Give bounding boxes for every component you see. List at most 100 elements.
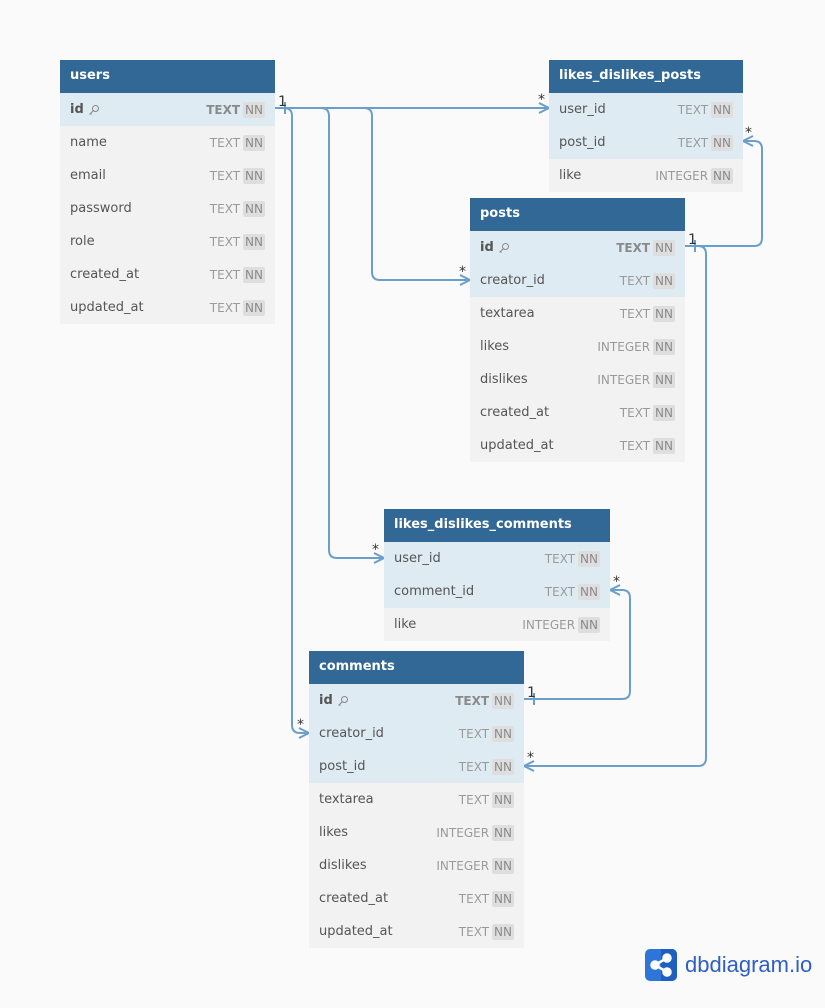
- field-type: INTEGER: [436, 825, 490, 840]
- not-null-badge: NN: [653, 305, 675, 322]
- table-header[interactable]: posts: [470, 198, 685, 231]
- field-type: TEXT: [619, 306, 651, 321]
- table-comments[interactable]: comments id TEXT NN creator_id TEXT NN post_id T…: [309, 651, 524, 948]
- field-row-created-at[interactable]: created_at TEXT NN: [309, 882, 524, 915]
- field-name: updated_at: [480, 438, 554, 453]
- not-null-badge: NN: [492, 857, 514, 874]
- field-row-like[interactable]: like INTEGER NN: [384, 608, 610, 641]
- field-row-password[interactable]: password TEXT NN: [60, 192, 275, 225]
- table-header[interactable]: likes_dislikes_comments: [384, 509, 610, 542]
- field-type: TEXT: [619, 405, 651, 420]
- field-row-post-id[interactable]: post_id TEXT NN: [549, 126, 743, 159]
- field-row-textarea[interactable]: textarea TEXT NN: [470, 297, 685, 330]
- field-name: password: [70, 201, 132, 216]
- field-name: textarea: [480, 306, 535, 321]
- field-type: TEXT: [616, 240, 651, 255]
- not-null-badge: NN: [492, 923, 514, 940]
- field-name: like: [559, 168, 582, 183]
- not-null-badge: NN: [653, 371, 675, 388]
- table-users[interactable]: users id TEXT NN name TEXT NN email TEXT NN passwo…: [60, 60, 275, 324]
- not-null-badge: NN: [243, 200, 265, 217]
- field-row-dislikes[interactable]: dislikes INTEGER NN: [470, 363, 685, 396]
- card-comments-post-many: *: [527, 750, 534, 766]
- field-row-updated-at[interactable]: updated_at TEXT NN: [309, 915, 524, 948]
- not-null-badge: NN: [243, 134, 265, 151]
- field-row-likes[interactable]: likes INTEGER NN: [470, 330, 685, 363]
- field-row-created-at[interactable]: created_at TEXT NN: [470, 396, 685, 429]
- card-comments-creator-many: *: [297, 717, 304, 733]
- field-row-name[interactable]: name TEXT NN: [60, 126, 275, 159]
- field-type: TEXT: [677, 102, 709, 117]
- card-comments-one: 1: [527, 685, 536, 701]
- field-name: post_id: [559, 135, 606, 150]
- not-null-badge: NN: [711, 101, 733, 118]
- field-row-updated-at[interactable]: updated_at TEXT NN: [60, 291, 275, 324]
- field-type: TEXT: [455, 693, 490, 708]
- key-icon: [337, 695, 348, 706]
- field-type: TEXT: [544, 551, 576, 566]
- field-row-updated-at[interactable]: updated_at TEXT NN: [470, 429, 685, 462]
- table-likes-dislikes-posts[interactable]: likes_dislikes_posts user_id TEXT NN post_id…: [549, 60, 743, 192]
- field-name: created_at: [319, 891, 389, 906]
- field-row-id[interactable]: id TEXT NN: [309, 684, 524, 717]
- not-null-badge: NN: [243, 101, 265, 118]
- field-type: INTEGER: [436, 858, 490, 873]
- field-type: TEXT: [619, 438, 651, 453]
- card-ldp-post-many: *: [745, 125, 752, 141]
- field-row-dislikes[interactable]: dislikes INTEGER NN: [309, 849, 524, 882]
- card-users-one: 1: [278, 94, 287, 110]
- brand-logo[interactable]: dbdiagram.io: [645, 949, 812, 981]
- field-name: like: [394, 617, 417, 632]
- field-name: dislikes: [480, 372, 528, 387]
- field-row-role[interactable]: role TEXT NN: [60, 225, 275, 258]
- field-row-comment-id[interactable]: comment_id TEXT NN: [384, 575, 610, 608]
- field-name: id: [319, 693, 333, 708]
- not-null-badge: NN: [492, 758, 514, 775]
- table-posts[interactable]: posts id TEXT NN creator_id TEXT NN textarea TEX…: [470, 198, 685, 462]
- table-header[interactable]: comments: [309, 651, 524, 684]
- key-icon: [498, 242, 509, 253]
- field-type: INTEGER: [597, 339, 651, 354]
- not-null-badge: NN: [578, 550, 600, 567]
- field-row-creator-id[interactable]: creator_id TEXT NN: [309, 717, 524, 750]
- not-null-badge: NN: [711, 134, 733, 151]
- field-name: comment_id: [394, 584, 475, 599]
- not-null-badge: NN: [653, 404, 675, 421]
- field-name: id: [70, 102, 84, 117]
- not-null-badge: NN: [492, 692, 514, 709]
- not-null-badge: NN: [653, 239, 675, 256]
- field-row-id[interactable]: id TEXT NN: [60, 93, 275, 126]
- field-row-likes[interactable]: likes INTEGER NN: [309, 816, 524, 849]
- table-header[interactable]: users: [60, 60, 275, 93]
- field-row-post-id[interactable]: post_id TEXT NN: [309, 750, 524, 783]
- card-ldc-comment-many: *: [613, 574, 620, 590]
- field-name: likes: [480, 339, 510, 354]
- field-name: email: [70, 168, 106, 183]
- field-row-user-id[interactable]: user_id TEXT NN: [549, 93, 743, 126]
- field-type: TEXT: [619, 273, 651, 288]
- field-name: creator_id: [319, 726, 384, 741]
- table-likes-dislikes-comments[interactable]: likes_dislikes_comments user_id TEXT NN comm…: [384, 509, 610, 641]
- field-type: TEXT: [677, 135, 709, 150]
- field-row-created-at[interactable]: created_at TEXT NN: [60, 258, 275, 291]
- field-row-textarea[interactable]: textarea TEXT NN: [309, 783, 524, 816]
- field-type: INTEGER: [655, 168, 709, 183]
- field-type: TEXT: [209, 234, 241, 249]
- field-name: textarea: [319, 792, 374, 807]
- field-type: TEXT: [209, 168, 241, 183]
- field-row-email[interactable]: email TEXT NN: [60, 159, 275, 192]
- field-type: TEXT: [458, 759, 490, 774]
- field-name: user_id: [394, 551, 441, 566]
- card-ldp-user-many: *: [538, 92, 545, 108]
- field-row-id[interactable]: id TEXT NN: [470, 231, 685, 264]
- not-null-badge: NN: [492, 791, 514, 808]
- field-name: name: [70, 135, 107, 150]
- field-row-creator-id[interactable]: creator_id TEXT NN: [470, 264, 685, 297]
- card-posts-one: 1: [688, 232, 697, 248]
- not-null-badge: NN: [711, 167, 733, 184]
- field-row-like[interactable]: like INTEGER NN: [549, 159, 743, 192]
- field-row-user-id[interactable]: user_id TEXT NN: [384, 542, 610, 575]
- field-type: TEXT: [458, 726, 490, 741]
- field-name: updated_at: [319, 924, 393, 939]
- table-header[interactable]: likes_dislikes_posts: [549, 60, 743, 93]
